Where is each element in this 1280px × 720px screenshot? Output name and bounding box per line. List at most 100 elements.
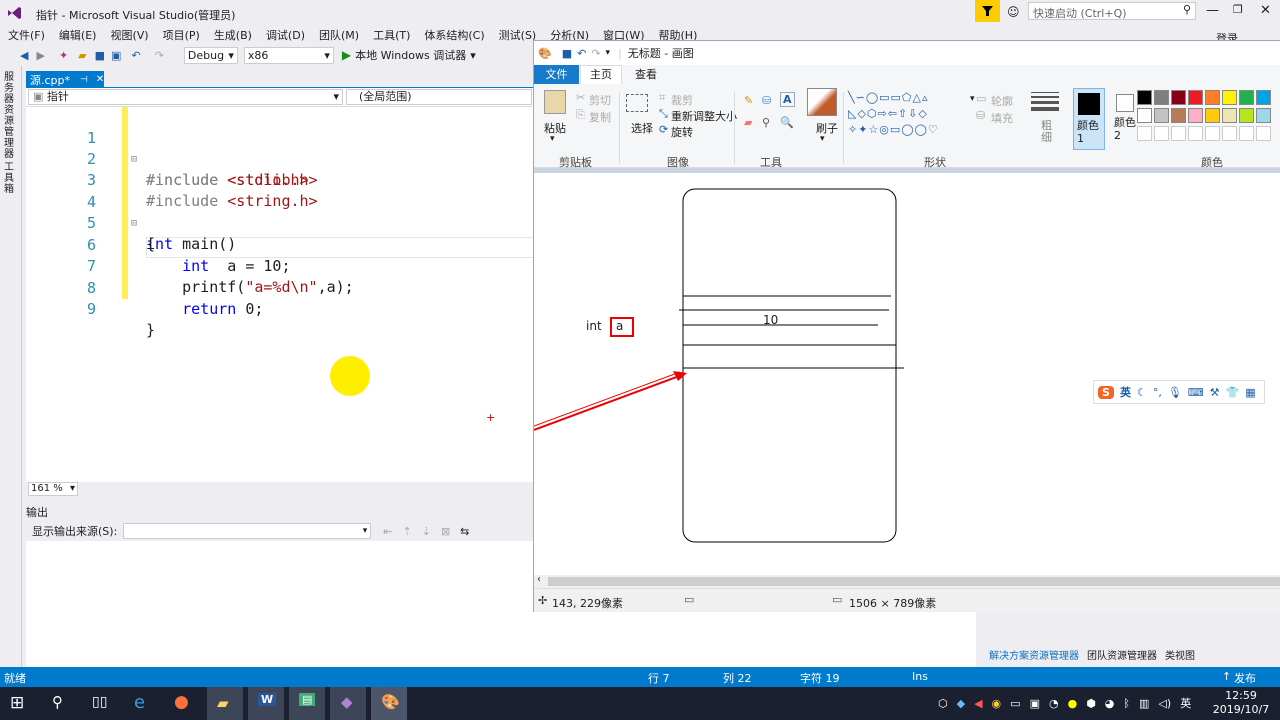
network-icon[interactable]: ▥ <box>1139 697 1149 710</box>
tray-icon[interactable]: ● <box>1068 697 1078 710</box>
menu-architecture[interactable]: 体系结构(C) <box>424 27 484 43</box>
tray-icon[interactable]: ◕ <box>1105 697 1115 710</box>
magnifier-icon[interactable]: 🔍 <box>780 116 794 129</box>
firefox-icon[interactable]: ● <box>174 692 189 712</box>
fill-icon[interactable]: ⛁ <box>762 94 771 107</box>
palette-swatch[interactable] <box>1205 108 1220 123</box>
palette-swatch[interactable] <box>1222 108 1237 123</box>
platform-select[interactable]: x86 ▾ <box>243 46 334 64</box>
palette-swatch[interactable] <box>1154 90 1169 105</box>
output-nav-icon[interactable]: ⇣ <box>422 525 431 538</box>
output-nav-icon[interactable]: ⇤ <box>383 525 392 538</box>
resize-button[interactable]: 重新调整大小 <box>671 108 737 124</box>
palette-swatch[interactable] <box>1171 108 1186 123</box>
server-explorer-tab[interactable]: 服务器资源管理器 <box>4 72 18 160</box>
menu-team[interactable]: 团队(M) <box>319 27 359 43</box>
shapes-gallery[interactable]: ╲∽◯▭▭⬠△▵ ◺◇⬡⇨⇦⇧⇩◇ ✧✦☆◎▭◯◯♡ <box>848 90 968 138</box>
pin-icon[interactable]: ⊣ <box>80 75 88 85</box>
publish-icon[interactable]: ↑ <box>1222 670 1231 683</box>
output-nav-icon[interactable]: ⇡ <box>403 525 412 538</box>
eraser-icon[interactable]: ▰ <box>744 116 752 129</box>
custom-color-swatch[interactable] <box>1171 126 1186 141</box>
fill-button[interactable]: 填充 <box>991 110 1013 126</box>
close-tab-icon[interactable]: ✕ <box>96 74 104 85</box>
edge-icon[interactable]: e <box>134 692 145 713</box>
forward-icon[interactable]: ▶ <box>36 49 44 62</box>
windows-start-icon[interactable]: ⊞ <box>10 693 24 713</box>
palette-swatch[interactable] <box>1256 90 1271 105</box>
custom-color-swatch[interactable] <box>1154 126 1169 141</box>
chevron-down-icon[interactable]: ▾ <box>820 134 825 144</box>
palette-swatch[interactable] <box>1137 90 1152 105</box>
menu-edit[interactable]: 编辑(E) <box>59 27 97 43</box>
quick-redo-icon[interactable]: ↷ <box>591 47 600 60</box>
clock[interactable]: 12:59 2019/10/7 <box>1212 689 1270 717</box>
brush-icon[interactable] <box>807 88 837 116</box>
run-debugger-button[interactable]: 本地 Windows 调试器 <box>355 47 466 63</box>
tab-file[interactable]: 文件 <box>534 65 579 84</box>
clear-all-icon[interactable]: ⊠ <box>441 525 450 538</box>
taskbar-lang-toggle[interactable]: 英 <box>1180 695 1191 711</box>
palette-swatch[interactable] <box>1154 108 1169 123</box>
quick-launch-input[interactable]: 快速启动 (Ctrl+Q) ⚲ <box>1028 2 1196 20</box>
quick-undo-icon[interactable]: ↶ <box>577 47 586 60</box>
paste-button[interactable]: 粘贴 <box>544 120 566 136</box>
pencil-icon[interactable]: ✎ <box>744 94 753 107</box>
search-icon[interactable]: ⚲ <box>52 693 63 711</box>
scroll-left-icon[interactable]: ‹ <box>537 574 541 585</box>
palette-swatch[interactable] <box>1205 90 1220 105</box>
tray-icon[interactable]: ▭ <box>1010 697 1020 710</box>
tray-icon[interactable]: ◉ <box>992 697 1002 710</box>
code-editor[interactable]: 1 ⊟ #include <stdio.h> 2 #include <stdli… <box>26 107 534 482</box>
tray-icon[interactable]: ⬢ <box>1086 697 1096 710</box>
menu-view[interactable]: 视图(V) <box>110 27 148 43</box>
minimize-button[interactable]: — <box>1206 3 1219 18</box>
cut-button[interactable]: 剪切 <box>589 92 611 108</box>
zoom-select[interactable]: 161 % ▾ <box>28 482 78 496</box>
menu-debug[interactable]: 调试(D) <box>266 27 305 43</box>
project-dropdown[interactable]: ▣ 指针 ▾ <box>28 89 343 105</box>
punctuation-icon[interactable]: °, <box>1153 386 1162 399</box>
project-app-icon[interactable]: ▤ <box>289 687 325 720</box>
paint-taskbar-icon[interactable]: 🎨 <box>371 687 407 720</box>
document-tab[interactable]: 源.cpp* ⊣ ✕ <box>26 71 104 88</box>
palette-swatch[interactable] <box>1137 108 1152 123</box>
custom-color-swatch[interactable] <box>1188 126 1203 141</box>
custom-color-swatch[interactable] <box>1205 126 1220 141</box>
save-all-icon[interactable]: ▣ <box>111 49 121 62</box>
custom-color-swatch[interactable] <box>1222 126 1237 141</box>
menu-tools[interactable]: 工具(T) <box>373 27 410 43</box>
paint-canvas[interactable]: int a 10 <box>534 173 1280 575</box>
visual-studio-taskbar-icon[interactable]: ◆ <box>330 687 366 720</box>
custom-color-swatch[interactable] <box>1137 126 1152 141</box>
menu-project[interactable]: 项目(P) <box>163 27 200 43</box>
ime-lang-toggle[interactable]: 英 <box>1120 384 1131 400</box>
tab-view[interactable]: 查看 <box>626 65 666 84</box>
toolbox-tab[interactable]: 工具箱 <box>4 162 18 195</box>
task-view-icon[interactable]: ▯▯ <box>92 694 107 710</box>
tray-icon[interactable]: ◆ <box>957 697 965 710</box>
publish-button[interactable]: 发布 <box>1234 670 1256 686</box>
scroll-thumb[interactable] <box>548 577 1280 586</box>
tray-icon[interactable]: ◀ <box>974 697 982 710</box>
tab-home[interactable]: 主页 <box>580 65 622 84</box>
scope-dropdown[interactable]: (全局范围) <box>346 89 532 105</box>
text-tool-icon[interactable]: A <box>780 92 795 107</box>
tab-solution-explorer[interactable]: 解决方案资源管理器 <box>989 647 1079 662</box>
skin-icon[interactable]: 👕 <box>1226 386 1240 399</box>
palette-swatch[interactable] <box>1188 108 1203 123</box>
palette-swatch[interactable] <box>1171 90 1186 105</box>
palette-swatch[interactable] <box>1222 90 1237 105</box>
palette-swatch[interactable] <box>1239 108 1254 123</box>
quick-save-icon[interactable]: ■ <box>562 47 572 60</box>
crop-button[interactable]: 裁剪 <box>671 92 693 108</box>
menu-build[interactable]: 生成(B) <box>214 27 252 43</box>
bluetooth-icon[interactable]: ᛒ <box>1123 697 1130 710</box>
play-icon[interactable]: ▶ <box>342 48 351 62</box>
keyboard-icon[interactable]: ⌨ <box>1188 386 1204 399</box>
menu-test[interactable]: 测试(S) <box>499 27 537 43</box>
copy-button[interactable]: 复制 <box>589 109 611 125</box>
tray-icon[interactable]: ▣ <box>1030 697 1040 710</box>
redo-icon[interactable]: ↷ <box>155 49 164 62</box>
horizontal-scrollbar[interactable]: ‹ <box>534 574 1280 588</box>
